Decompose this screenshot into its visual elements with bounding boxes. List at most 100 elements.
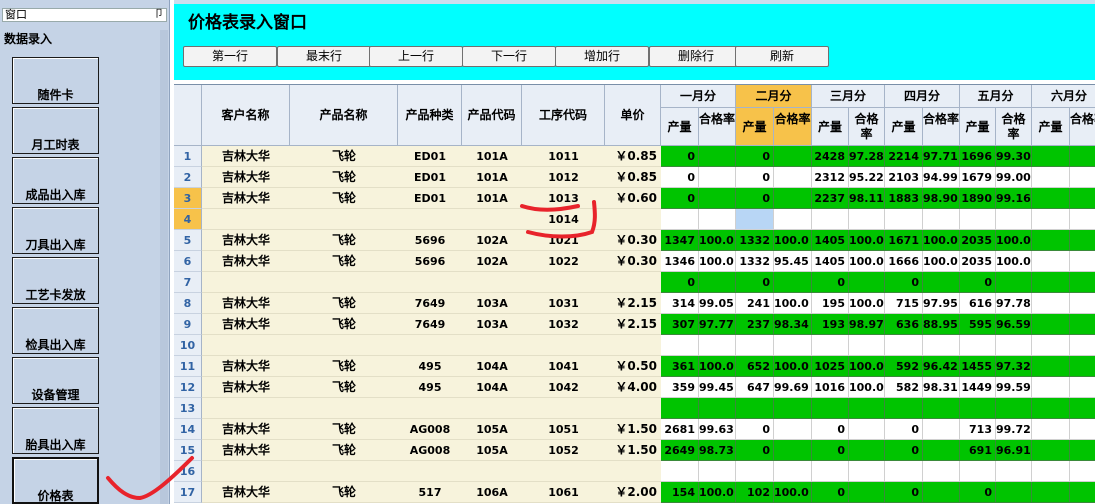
- cell-output[interactable]: 0: [661, 188, 699, 209]
- cell-rate[interactable]: [1070, 377, 1095, 398]
- cell-output[interactable]: 0: [885, 419, 923, 440]
- cell-proc[interactable]: 1032: [522, 314, 605, 335]
- toolbar-button-2[interactable]: 上一行: [369, 46, 463, 67]
- row-number[interactable]: 2: [174, 167, 202, 188]
- cell-rate[interactable]: [1070, 230, 1095, 251]
- cell-code[interactable]: 105A: [462, 419, 522, 440]
- cell-rate[interactable]: [849, 461, 885, 482]
- cell-output[interactable]: [1032, 251, 1070, 272]
- cell-price[interactable]: [605, 398, 661, 419]
- cell-code[interactable]: [462, 209, 522, 230]
- cell-rate[interactable]: 94.99: [923, 167, 960, 188]
- cell-rate[interactable]: [996, 209, 1032, 230]
- cell-output[interactable]: 0: [960, 482, 996, 503]
- cell-rate[interactable]: [849, 335, 885, 356]
- cell-rate[interactable]: 100.0: [996, 230, 1032, 251]
- cell-output[interactable]: 652: [736, 356, 774, 377]
- cell-rate[interactable]: [1070, 293, 1095, 314]
- cell-prod[interactable]: 飞轮: [290, 377, 398, 398]
- subheader-rate-2[interactable]: 合格率: [849, 108, 885, 146]
- month-header-4[interactable]: 五月分: [960, 85, 1032, 108]
- cell-output[interactable]: [1032, 335, 1070, 356]
- cell-output[interactable]: [661, 209, 699, 230]
- cell-rate[interactable]: [774, 167, 812, 188]
- cell-price[interactable]: [605, 335, 661, 356]
- cell-rate[interactable]: 99.72: [996, 419, 1032, 440]
- cell-output[interactable]: 193: [812, 314, 849, 335]
- cell-rate[interactable]: [996, 272, 1032, 293]
- subheader-output-1[interactable]: 产量: [736, 108, 774, 146]
- cell-rate[interactable]: 98.31: [923, 377, 960, 398]
- cell-output[interactable]: [1032, 419, 1070, 440]
- cell-rate[interactable]: [923, 209, 960, 230]
- row-number[interactable]: 10: [174, 335, 202, 356]
- cell-prod[interactable]: 飞轮: [290, 251, 398, 272]
- cell-price[interactable]: ￥1.50: [605, 419, 661, 440]
- subheader-output-2[interactable]: 产量: [812, 108, 849, 146]
- cell-prod[interactable]: 飞轮: [290, 188, 398, 209]
- cell-rate[interactable]: [996, 398, 1032, 419]
- cell-rate[interactable]: [774, 188, 812, 209]
- cell-code[interactable]: 101A: [462, 188, 522, 209]
- toolbar-button-0[interactable]: 第一行: [183, 46, 277, 67]
- cell-proc[interactable]: 1014: [522, 209, 605, 230]
- cell-proc[interactable]: 1022: [522, 251, 605, 272]
- cell-price[interactable]: ￥0.85: [605, 146, 661, 167]
- cell-cust[interactable]: 吉林大华: [202, 188, 290, 209]
- cell-output[interactable]: 2237: [812, 188, 849, 209]
- cell-output[interactable]: [1032, 482, 1070, 503]
- cell-rate[interactable]: [849, 440, 885, 461]
- subheader-output-0[interactable]: 产量: [661, 108, 699, 146]
- cell-output[interactable]: 0: [736, 440, 774, 461]
- cell-prod[interactable]: [290, 335, 398, 356]
- column-header-2[interactable]: 产品种类: [398, 85, 462, 146]
- cell-output[interactable]: [1032, 461, 1070, 482]
- sidebar-button-4[interactable]: 工艺卡发放: [12, 257, 99, 304]
- row-number[interactable]: 15: [174, 440, 202, 461]
- cell-output[interactable]: [1032, 188, 1070, 209]
- cell-proc[interactable]: 1031: [522, 293, 605, 314]
- cell-proc[interactable]: [522, 272, 605, 293]
- month-header-1[interactable]: 二月分: [736, 85, 812, 108]
- cell-output[interactable]: 0: [960, 272, 996, 293]
- cell-rate[interactable]: 99.00: [996, 167, 1032, 188]
- cell-cust[interactable]: [202, 272, 290, 293]
- cell-output[interactable]: 0: [812, 482, 849, 503]
- cell-output[interactable]: 1883: [885, 188, 923, 209]
- cell-rate[interactable]: [1070, 272, 1095, 293]
- cell-price[interactable]: ￥0.30: [605, 251, 661, 272]
- row-number[interactable]: 5: [174, 230, 202, 251]
- cell-rate[interactable]: [1070, 461, 1095, 482]
- cell-output[interactable]: 2649: [661, 440, 699, 461]
- cell-kind[interactable]: AG008: [398, 419, 462, 440]
- cell-output[interactable]: 0: [736, 188, 774, 209]
- cell-rate[interactable]: 100.0: [774, 230, 812, 251]
- cell-rate[interactable]: [1070, 146, 1095, 167]
- cell-cust[interactable]: 吉林大华: [202, 146, 290, 167]
- cell-rate[interactable]: 100.0: [699, 230, 736, 251]
- cell-output[interactable]: 0: [736, 272, 774, 293]
- cell-cust[interactable]: [202, 335, 290, 356]
- column-header-0[interactable]: 客户名称: [202, 85, 290, 146]
- cell-kind[interactable]: 7649: [398, 293, 462, 314]
- cell-output[interactable]: [736, 209, 774, 230]
- month-header-2[interactable]: 三月分: [812, 85, 885, 108]
- cell-rate[interactable]: [1070, 482, 1095, 503]
- cell-rate[interactable]: [923, 419, 960, 440]
- toolbar-button-4[interactable]: 增加行: [555, 46, 649, 67]
- cell-rate[interactable]: [1070, 419, 1095, 440]
- cell-prod[interactable]: 飞轮: [290, 482, 398, 503]
- cell-kind[interactable]: [398, 335, 462, 356]
- sidebar-button-3[interactable]: 刀具出入库: [12, 207, 99, 254]
- cell-proc[interactable]: 1021: [522, 230, 605, 251]
- cell-output[interactable]: 595: [960, 314, 996, 335]
- cell-prod[interactable]: 飞轮: [290, 167, 398, 188]
- cell-cust[interactable]: 吉林大华: [202, 419, 290, 440]
- cell-cust[interactable]: 吉林大华: [202, 356, 290, 377]
- cell-rate[interactable]: 88.95: [923, 314, 960, 335]
- cell-rate[interactable]: [699, 398, 736, 419]
- cell-code[interactable]: 103A: [462, 293, 522, 314]
- cell-output[interactable]: [960, 398, 996, 419]
- cell-cust[interactable]: 吉林大华: [202, 230, 290, 251]
- cell-output[interactable]: [1032, 356, 1070, 377]
